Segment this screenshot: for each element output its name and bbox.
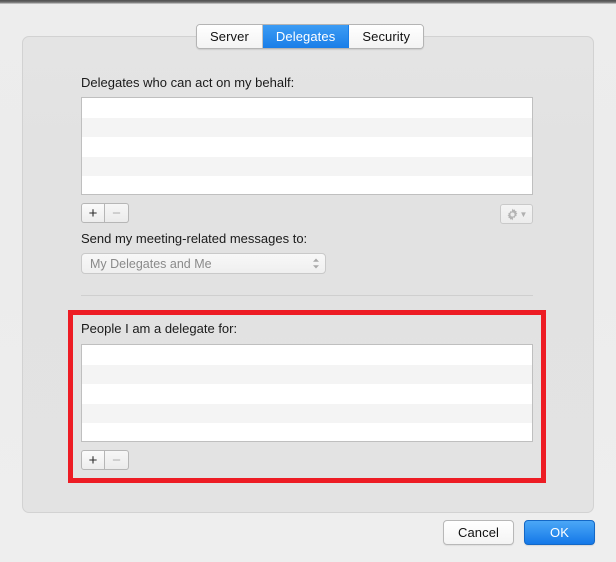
delegates-list[interactable]	[81, 97, 533, 195]
people-section-label: People I am a delegate for:	[81, 321, 238, 336]
tab-bar: Server Delegates Security	[196, 24, 425, 49]
people-list-controls: + −	[81, 450, 129, 470]
dialog-window: Server Delegates Security Delegates who …	[0, 0, 616, 562]
delegates-list-controls: + −	[81, 203, 129, 223]
gear-icon	[506, 208, 519, 221]
tab-delegates[interactable]: Delegates	[262, 25, 350, 48]
list-row[interactable]	[82, 345, 532, 365]
list-row[interactable]	[82, 117, 532, 138]
cancel-button[interactable]: Cancel	[443, 520, 514, 545]
add-delegate-button[interactable]: +	[81, 203, 105, 223]
send-to-label: Send my meeting-related messages to:	[81, 231, 308, 246]
send-to-selected-value: My Delegates and Me	[90, 256, 212, 271]
send-to-popup-button[interactable]: My Delegates and Me	[81, 253, 326, 274]
list-row[interactable]	[82, 176, 532, 194]
remove-delegate-button[interactable]: −	[105, 203, 129, 223]
add-person-button[interactable]: +	[81, 450, 105, 470]
window-top-edge	[0, 0, 616, 4]
list-row[interactable]	[82, 384, 532, 404]
people-delegate-for-list[interactable]	[81, 344, 533, 442]
list-row[interactable]	[82, 137, 532, 157]
chevron-down-icon: ▼	[519, 210, 528, 219]
ok-button[interactable]: OK	[524, 520, 595, 545]
remove-person-button[interactable]: −	[105, 450, 129, 470]
delegates-action-menu-button[interactable]: ▼	[500, 204, 533, 224]
list-row[interactable]	[82, 403, 532, 424]
delegates-section-label: Delegates who can act on my behalf:	[81, 75, 295, 90]
tab-server[interactable]: Server	[197, 25, 263, 48]
section-divider	[81, 295, 533, 296]
list-row[interactable]	[82, 156, 532, 177]
updown-chevron-icon	[307, 258, 325, 269]
list-row[interactable]	[82, 98, 532, 118]
list-row[interactable]	[82, 423, 532, 441]
tab-security[interactable]: Security	[349, 25, 424, 48]
list-row[interactable]	[82, 364, 532, 385]
